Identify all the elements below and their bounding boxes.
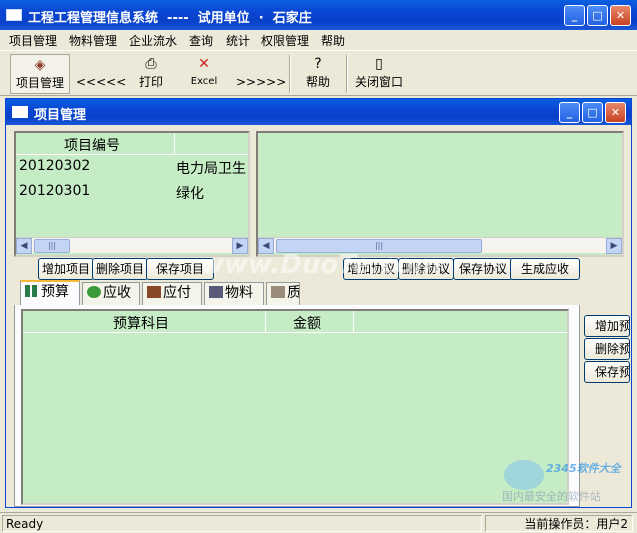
column-amount[interactable]: 金额: [293, 313, 321, 333]
maximize-button[interactable]: □: [587, 5, 608, 26]
scroll-thumb[interactable]: |||: [276, 239, 482, 253]
tab-quality[interactable]: 质: [266, 282, 300, 305]
scroll-right-arrow-icon[interactable]: ▶: [606, 238, 622, 254]
toolbar-separator: [289, 55, 291, 93]
tab-payable[interactable]: 应付: [142, 282, 202, 305]
hand-icon: [271, 286, 285, 298]
tab-material[interactable]: 物料: [204, 282, 264, 305]
delete-project-button[interactable]: 删除项目: [92, 258, 148, 280]
coin-icon: [87, 286, 101, 298]
child-close-button[interactable]: ✕: [605, 102, 626, 123]
project-toolbar-button[interactable]: ◈ 项目管理: [10, 54, 70, 94]
printer-icon: ⎙: [145, 56, 157, 72]
book-icon: ◈: [34, 57, 46, 73]
project-name-cell[interactable]: 绿化: [176, 183, 248, 203]
save-budget-button[interactable]: 保存预: [584, 361, 630, 383]
child-minimize-button[interactable]: _: [559, 102, 580, 123]
status-message: Ready: [2, 515, 482, 532]
budget-tab-panel: 预算科目 金额: [14, 305, 580, 507]
menu-cashflow[interactable]: 企业流水: [129, 32, 177, 49]
budget-grid-header: 预算科目 金额: [23, 311, 567, 333]
tab-budget[interactable]: 预算: [20, 280, 80, 306]
delete-budget-button[interactable]: 删除预: [584, 338, 630, 360]
child-window-icon: [12, 106, 28, 118]
add-budget-button[interactable]: 增加预: [584, 315, 630, 337]
save-protocol-button[interactable]: 保存协议: [453, 258, 513, 280]
main-title-bar[interactable]: 工程工程管理信息系统 ---- 试用单位 · 石家庄 _ □ ✕: [0, 0, 637, 30]
toolbar: ◈ 项目管理 <<<<< ⎙ 打印 ✕ Excel >>>>> ? 帮助 ▯ 关…: [0, 50, 637, 96]
child-maximize-button[interactable]: □: [582, 102, 603, 123]
scroll-thumb[interactable]: |||: [34, 239, 70, 253]
toolbar-separator: [346, 55, 348, 93]
project-code-cell[interactable]: 20120301: [19, 183, 169, 199]
add-project-button[interactable]: 增加项目: [38, 258, 94, 280]
menu-project[interactable]: 项目管理: [9, 32, 57, 49]
menu-statistics[interactable]: 统计: [226, 32, 250, 49]
column-project-code[interactable]: 项目编号: [64, 135, 120, 155]
scroll-left-arrow-icon[interactable]: ◀: [16, 238, 32, 254]
scroll-right-arrow-icon[interactable]: ▶: [232, 238, 248, 254]
budget-grid[interactable]: 预算科目 金额: [21, 309, 569, 505]
grid-icon: [25, 285, 39, 297]
status-bar: Ready 当前操作员：用户2: [0, 512, 637, 533]
generate-receivable-button[interactable]: 生成应收: [510, 258, 580, 280]
project-grid-header: 项目编号: [16, 133, 248, 155]
menu-help[interactable]: 帮助: [321, 32, 345, 49]
menu-query[interactable]: 查询: [189, 32, 213, 49]
menu-bar: 项目管理 物料管理 企业流水 查询 统计 权限管理 帮助: [0, 30, 637, 50]
column-budget-item[interactable]: 预算科目: [113, 313, 169, 333]
boxes-icon: [209, 286, 223, 298]
minimize-button[interactable]: _: [564, 5, 585, 26]
protocol-grid-hscroll[interactable]: ◀ ||| ▶: [258, 237, 622, 254]
payment-icon: [147, 286, 161, 298]
excel-button[interactable]: ✕ Excel: [182, 54, 226, 94]
menu-material[interactable]: 物料管理: [69, 32, 117, 49]
project-management-window: 项目管理 _ □ ✕ 项目编号 20120302 电力局卫生 20120301 …: [5, 98, 632, 508]
protocol-grid[interactable]: ◀ ||| ▶: [256, 131, 624, 257]
project-grid-hscroll[interactable]: ◀ ||| ▶: [16, 237, 248, 254]
help-icon: ?: [314, 56, 322, 72]
print-button[interactable]: ⎙ 打印: [130, 54, 172, 94]
delete-protocol-button[interactable]: 删除协议: [398, 258, 454, 280]
tab-receivable[interactable]: 应收: [82, 282, 140, 305]
excel-icon: ✕: [198, 56, 210, 72]
close-window-button[interactable]: ▯ 关闭窗口: [352, 54, 406, 94]
app-window-icon: [6, 9, 22, 21]
main-window-title: 工程工程管理信息系统 ---- 试用单位 · 石家庄: [28, 11, 312, 26]
next-button[interactable]: >>>>>: [236, 54, 286, 94]
project-name-cell[interactable]: 电力局卫生: [176, 158, 248, 178]
exit-door-icon: ▯: [375, 56, 383, 72]
menu-permissions[interactable]: 权限管理: [261, 32, 309, 49]
current-operator: 当前操作员：用户2: [485, 515, 633, 532]
help-button[interactable]: ? 帮助: [297, 54, 339, 94]
scroll-left-arrow-icon[interactable]: ◀: [258, 238, 274, 254]
child-title-bar[interactable]: 项目管理 _ □ ✕: [6, 99, 631, 125]
add-protocol-button[interactable]: 增加协议: [343, 258, 399, 280]
save-project-button[interactable]: 保存项目: [146, 258, 214, 280]
close-button[interactable]: ✕: [610, 5, 631, 26]
child-window-title: 项目管理: [34, 108, 87, 123]
project-grid[interactable]: 项目编号 20120302 电力局卫生 20120301 绿化 ◀ ||| ▶: [14, 131, 250, 257]
project-code-cell[interactable]: 20120302: [19, 158, 169, 174]
previous-button[interactable]: <<<<<: [76, 54, 126, 94]
